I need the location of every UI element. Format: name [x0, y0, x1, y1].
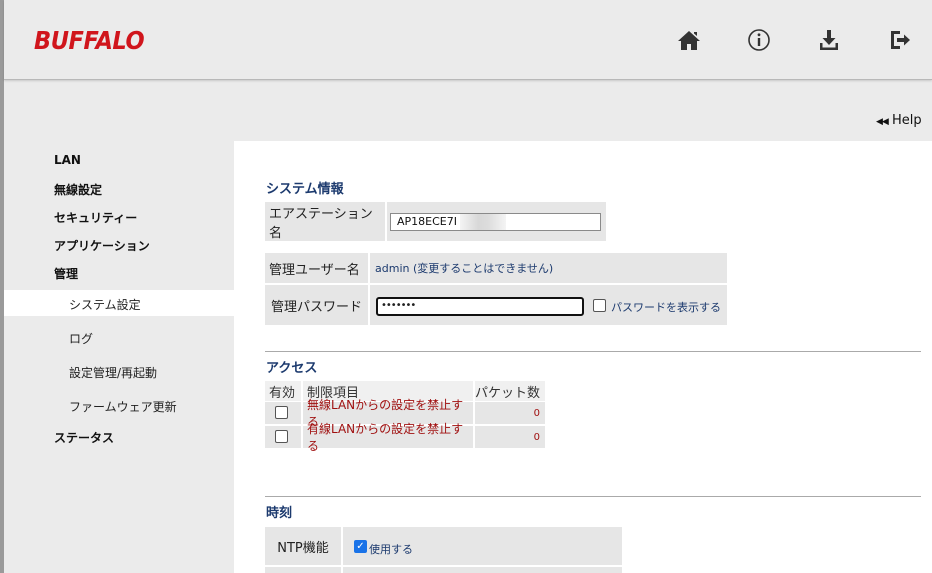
nav-item-security[interactable]: セキュリティー: [54, 209, 137, 226]
nav-item-lan[interactable]: LAN: [54, 153, 81, 167]
nav-item-application[interactable]: アプリケーション: [54, 237, 150, 254]
next-row-cell: [343, 567, 622, 573]
ntp-use-label: 使用する: [369, 543, 413, 556]
main-content: システム情報 エアステーション名 AP18ECE7I 管理ユーザー名 admin…: [234, 141, 932, 573]
nav-item-status[interactable]: ステータス: [54, 429, 114, 446]
nav-item-system-settings[interactable]: システム設定: [69, 296, 141, 313]
show-password-label: パスワードを表示する: [611, 301, 721, 314]
nav-item-config-reboot[interactable]: 設定管理/再起動: [69, 364, 157, 381]
help-label: Help: [891, 113, 922, 128]
nav-item-wireless[interactable]: 無線設定: [54, 181, 102, 198]
restriction-item: 有線LANからの設定を禁止する: [303, 422, 473, 453]
enable-checkbox-wired[interactable]: [275, 430, 288, 443]
home-icon[interactable]: [675, 26, 703, 54]
admin-password-label: 管理パスワード: [265, 285, 368, 325]
info-icon[interactable]: [745, 26, 773, 54]
window-left-edge: [0, 0, 4, 573]
admin-password-input[interactable]: •••••••: [376, 297, 584, 316]
buffalo-logo: BUFFALO: [34, 26, 145, 55]
double-arrow-left-icon: ◀◀: [876, 117, 889, 127]
ntp-checkbox[interactable]: ✓: [354, 540, 367, 553]
header-bar: BUFFALO: [4, 0, 932, 80]
col-packets: パケット数: [475, 381, 545, 401]
nav-item-log[interactable]: ログ: [69, 330, 93, 347]
admin-user-label: 管理ユーザー名: [265, 253, 368, 283]
divider-time: [265, 496, 921, 497]
logout-icon[interactable]: [885, 26, 913, 54]
help-toggle[interactable]: ◀◀ Help: [876, 113, 922, 128]
ap-name-label: エアステーション名: [265, 202, 385, 241]
next-row-label: [265, 567, 341, 573]
admin-user-value: admin (変更することはできません): [370, 253, 727, 283]
divider-access: [265, 351, 921, 352]
show-password-checkbox[interactable]: [593, 299, 606, 312]
nav-item-management[interactable]: 管理: [54, 265, 78, 282]
table-row: [265, 426, 301, 448]
nav-item-firmware[interactable]: ファームウェア更新: [69, 398, 177, 415]
section-title-system: システム情報: [266, 182, 344, 197]
packet-count: 0: [475, 402, 545, 424]
table-row: [265, 402, 301, 424]
enable-checkbox-wireless[interactable]: [275, 406, 288, 419]
redacted-blur: [460, 214, 506, 230]
ntp-label: NTP機能: [265, 527, 341, 565]
packet-count: 0: [475, 426, 545, 448]
col-enabled: 有効: [265, 381, 301, 401]
section-title-access: アクセス: [266, 361, 318, 376]
section-title-time: 時刻: [266, 506, 293, 521]
download-icon[interactable]: [815, 26, 843, 54]
